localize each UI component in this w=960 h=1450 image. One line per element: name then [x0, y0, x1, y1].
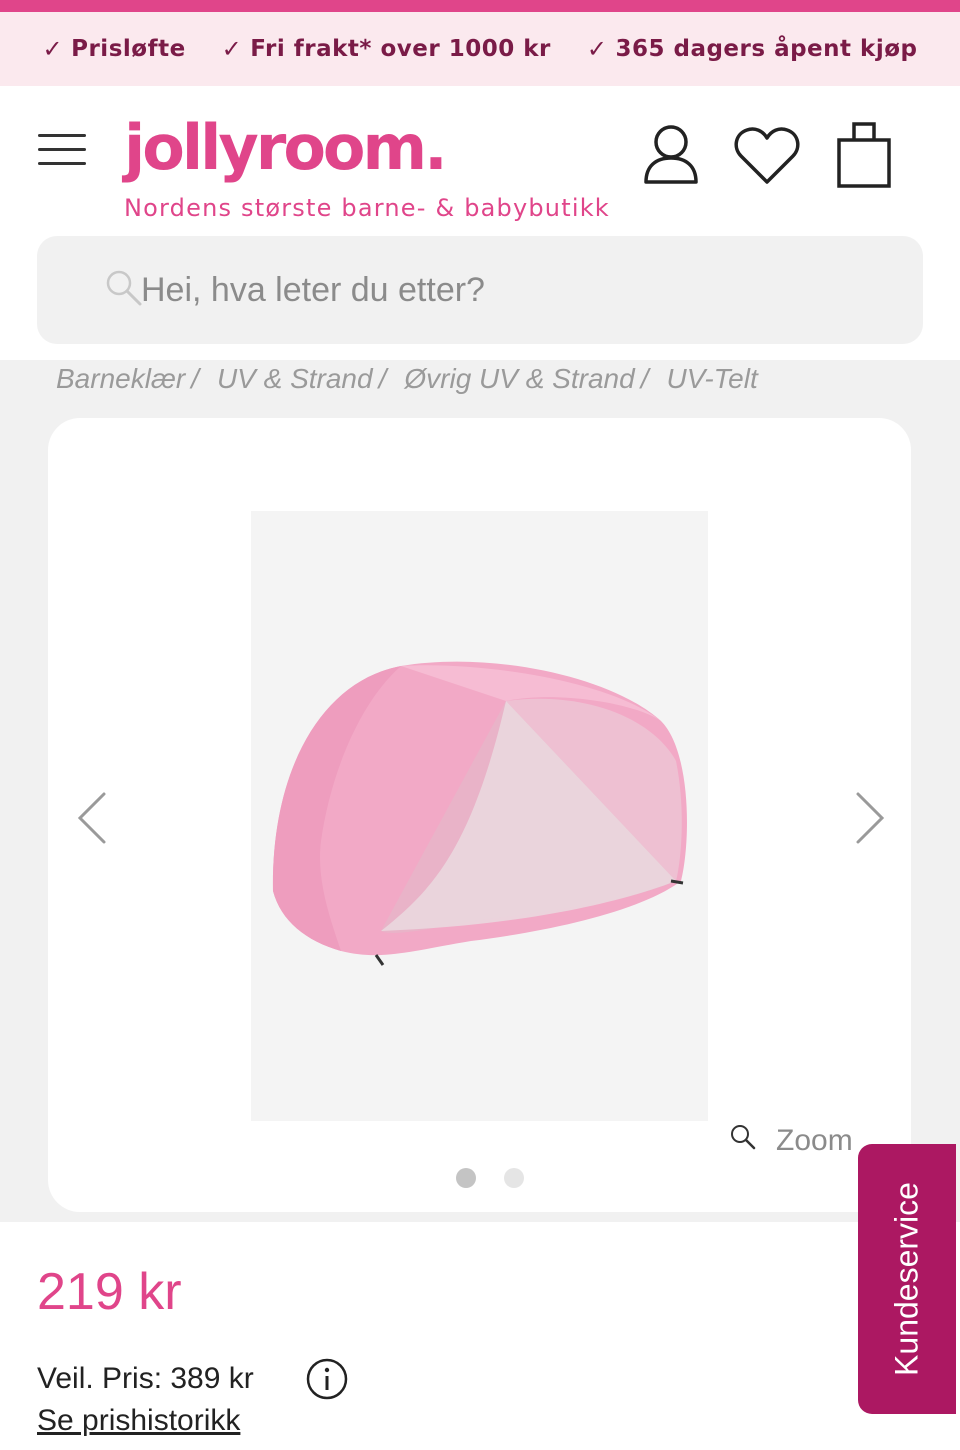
top-accent-strip — [0, 0, 960, 12]
search-bar[interactable] — [37, 236, 923, 344]
usp-label: Prisløfte — [71, 36, 186, 62]
usp-item-free-shipping: ✓ Fri frakt* over 1000 kr — [222, 35, 551, 63]
account-icon[interactable] — [642, 122, 700, 191]
usp-item-price-promise: ✓ Prisløfte — [43, 35, 186, 63]
check-icon: ✓ — [221, 35, 243, 63]
price-history-link[interactable]: Se prishistorikk — [37, 1404, 240, 1438]
info-icon[interactable] — [305, 1357, 349, 1406]
carousel-dot[interactable] — [504, 1168, 524, 1188]
usp-label: Fri frakt* over 1000 kr — [250, 36, 551, 62]
product-image[interactable] — [251, 511, 708, 1121]
carousel-dot-active[interactable] — [456, 1168, 476, 1188]
usp-item-open-purchase: ✓ 365 dagers åpent kjøp — [587, 35, 918, 63]
next-image-arrow-icon[interactable] — [848, 788, 888, 848]
breadcrumb-link[interactable]: UV & Strand — [217, 363, 373, 395]
breadcrumb-link[interactable]: UV-Telt — [666, 363, 757, 395]
check-icon: ✓ — [586, 35, 608, 63]
shopping-bag-icon[interactable] — [836, 120, 892, 193]
magnifier-icon — [730, 1124, 756, 1158]
site-header: jollyroom. Nordens største barne- & baby… — [0, 86, 960, 360]
recommended-price: Veil. Pris: 389 kr — [37, 1362, 254, 1395]
prev-image-arrow-icon[interactable] — [74, 788, 114, 848]
breadcrumb-link[interactable]: Barneklær — [56, 363, 185, 395]
breadcrumb: Barneklær / UV & Strand / Øvrig UV & Str… — [56, 360, 758, 398]
usp-label: 365 dagers åpent kjøp — [615, 36, 918, 62]
product-price: 219 kr — [37, 1263, 182, 1321]
customer-service-label: Kundeservice — [888, 1182, 925, 1376]
carousel-pagination — [456, 1168, 524, 1188]
site-tagline: Nordens største barne- & babybutikk — [124, 194, 610, 222]
zoom-button[interactable]: Zoom — [730, 1124, 853, 1158]
product-gallery-section: Barneklær / UV & Strand / Øvrig UV & Str… — [0, 360, 960, 1222]
pink-uv-tent-illustration — [272, 661, 687, 966]
search-icon — [105, 269, 143, 312]
wishlist-heart-icon[interactable] — [733, 126, 801, 191]
zoom-label: Zoom — [776, 1124, 853, 1157]
breadcrumb-link[interactable]: Øvrig UV & Strand — [404, 363, 634, 395]
breadcrumb-separator: / — [191, 363, 199, 394]
check-icon: ✓ — [42, 35, 64, 63]
breadcrumb-separator: / — [378, 363, 387, 394]
image-carousel[interactable]: Zoom — [48, 418, 911, 1212]
search-input[interactable] — [141, 260, 841, 320]
hamburger-menu-icon[interactable] — [38, 134, 86, 166]
breadcrumb-separator: / — [640, 363, 649, 394]
usp-bar: ✓ Prisløfte ✓ Fri frakt* over 1000 kr ✓ … — [0, 12, 960, 86]
site-logo[interactable]: jollyroom. — [124, 108, 448, 188]
customer-service-tab[interactable]: Kundeservice — [858, 1144, 956, 1414]
